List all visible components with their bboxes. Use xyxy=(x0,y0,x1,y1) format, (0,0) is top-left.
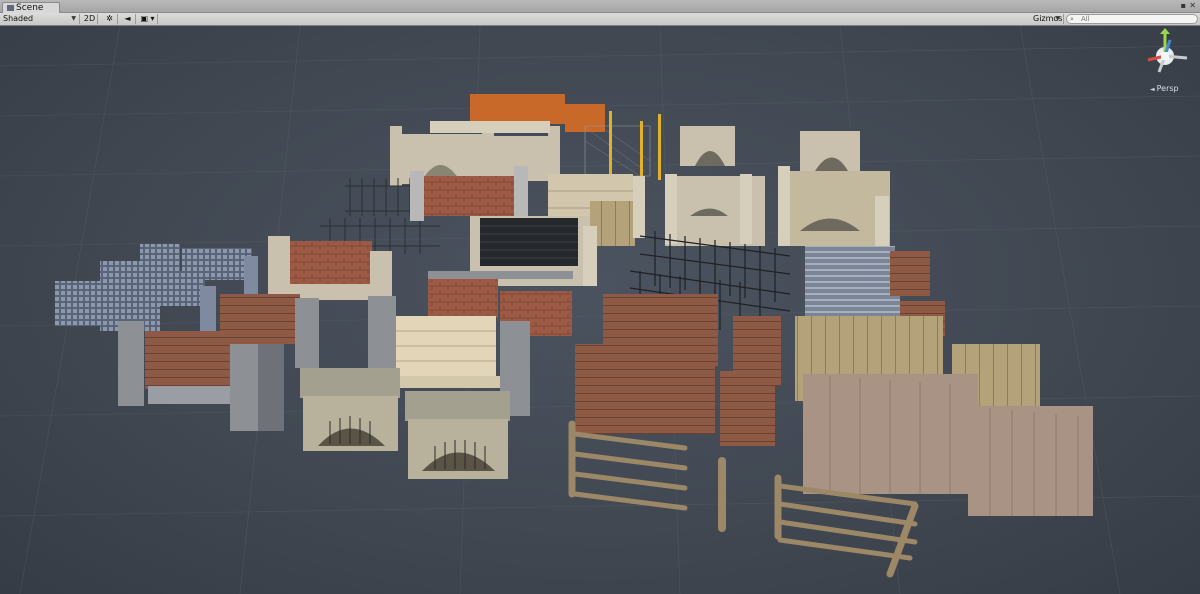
2d-toggle-button[interactable]: 2D xyxy=(82,14,98,24)
scene-render xyxy=(0,26,1200,594)
window-menu-icon[interactable]: ▪ xyxy=(1181,1,1186,11)
tab-scene-label: Scene xyxy=(16,3,44,13)
stone-arch-wall-right-b[interactable] xyxy=(778,131,890,251)
red-plank-wall-center[interactable] xyxy=(575,294,781,446)
draw-mode-label: Shaded xyxy=(3,14,34,23)
split-rail-fence-center[interactable] xyxy=(568,420,726,532)
scene-icon xyxy=(7,4,14,11)
scene-toolbar: Shaded ▼ 2D ✲ ◄ ▣ ▾ Gizmos ▼ ⌕ All xyxy=(0,13,1200,26)
unity-scene-window: Scene ▪ ✕ Shaded ▼ 2D ✲ ◄ ▣ ▾ Gizmos ▼ ⌕… xyxy=(0,0,1200,594)
2d-toggle-label: 2D xyxy=(83,14,96,23)
chevron-down-icon: ▼ xyxy=(1055,15,1060,22)
scene-viewport[interactable]: ◄ Persp xyxy=(0,26,1200,594)
speaker-icon[interactable]: ◄ xyxy=(120,14,136,24)
stone-arch-wall-right-a[interactable] xyxy=(665,126,765,246)
sun-icon[interactable]: ✲ xyxy=(102,14,118,24)
projection-text: Persp xyxy=(1156,84,1179,93)
draw-mode-dropdown[interactable]: Shaded ▼ xyxy=(0,14,80,24)
stone-arch-trough-left[interactable] xyxy=(300,368,400,451)
tab-bar: Scene ▪ ✕ xyxy=(0,0,1200,13)
stone-arch-trough-right[interactable] xyxy=(405,391,510,479)
search-input[interactable]: ⌕ All xyxy=(1066,14,1198,24)
light-wood-panels-right[interactable] xyxy=(795,316,1093,516)
chevron-down-icon: ▼ xyxy=(71,15,76,22)
gizmos-dropdown[interactable]: Gizmos ▼ xyxy=(1030,14,1064,24)
search-placeholder: All xyxy=(1081,15,1090,23)
tab-scene[interactable]: Scene xyxy=(2,2,61,13)
lock-icon[interactable]: ✕ xyxy=(1189,1,1196,11)
perspective-icon: ◄ xyxy=(1150,86,1155,93)
orientation-gizmo[interactable] xyxy=(1147,28,1188,73)
image-icon[interactable]: ▣ ▾ xyxy=(138,14,158,24)
projection-label[interactable]: ◄ Persp xyxy=(1150,84,1179,94)
search-icon: ⌕ xyxy=(1070,15,1074,23)
